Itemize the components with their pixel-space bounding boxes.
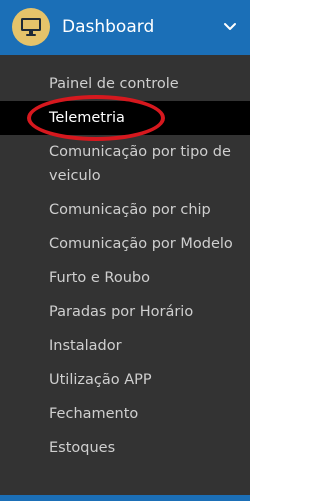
menu-item-furto-roubo[interactable]: Furto e Roubo	[0, 261, 250, 295]
menu-item-paradas-horario[interactable]: Paradas por Horário	[0, 295, 250, 329]
dashboard-title: Dashboard	[62, 17, 155, 37]
next-section-strip	[0, 495, 250, 501]
menu-item-utilizacao-app[interactable]: Utilização APP	[0, 363, 250, 397]
menu-item-comunicacao-modelo[interactable]: Comunicação por Modelo	[0, 227, 250, 261]
menu-item-painel-de-controle[interactable]: Painel de controle	[0, 67, 250, 101]
dashboard-icon-badge	[12, 8, 50, 46]
dashboard-submenu: Painel de controle Telemetria Comunicaçã…	[0, 55, 250, 465]
menu-item-fechamento[interactable]: Fechamento	[0, 397, 250, 431]
monitor-icon	[21, 18, 41, 36]
sidebar: Dashboard Painel de controle Telemetria …	[0, 0, 255, 501]
menu-item-instalador[interactable]: Instalador	[0, 329, 250, 363]
menu-item-telemetria[interactable]: Telemetria	[0, 101, 250, 135]
dashboard-header[interactable]: Dashboard	[0, 0, 250, 55]
menu-item-comunicacao-chip[interactable]: Comunicação por chip	[0, 193, 250, 227]
menu-item-estoques[interactable]: Estoques	[0, 431, 250, 465]
menu-item-comunicacao-tipo-veiculo[interactable]: Comunicação por tipo de veiculo	[0, 135, 250, 193]
chevron-down-icon[interactable]	[220, 17, 240, 37]
